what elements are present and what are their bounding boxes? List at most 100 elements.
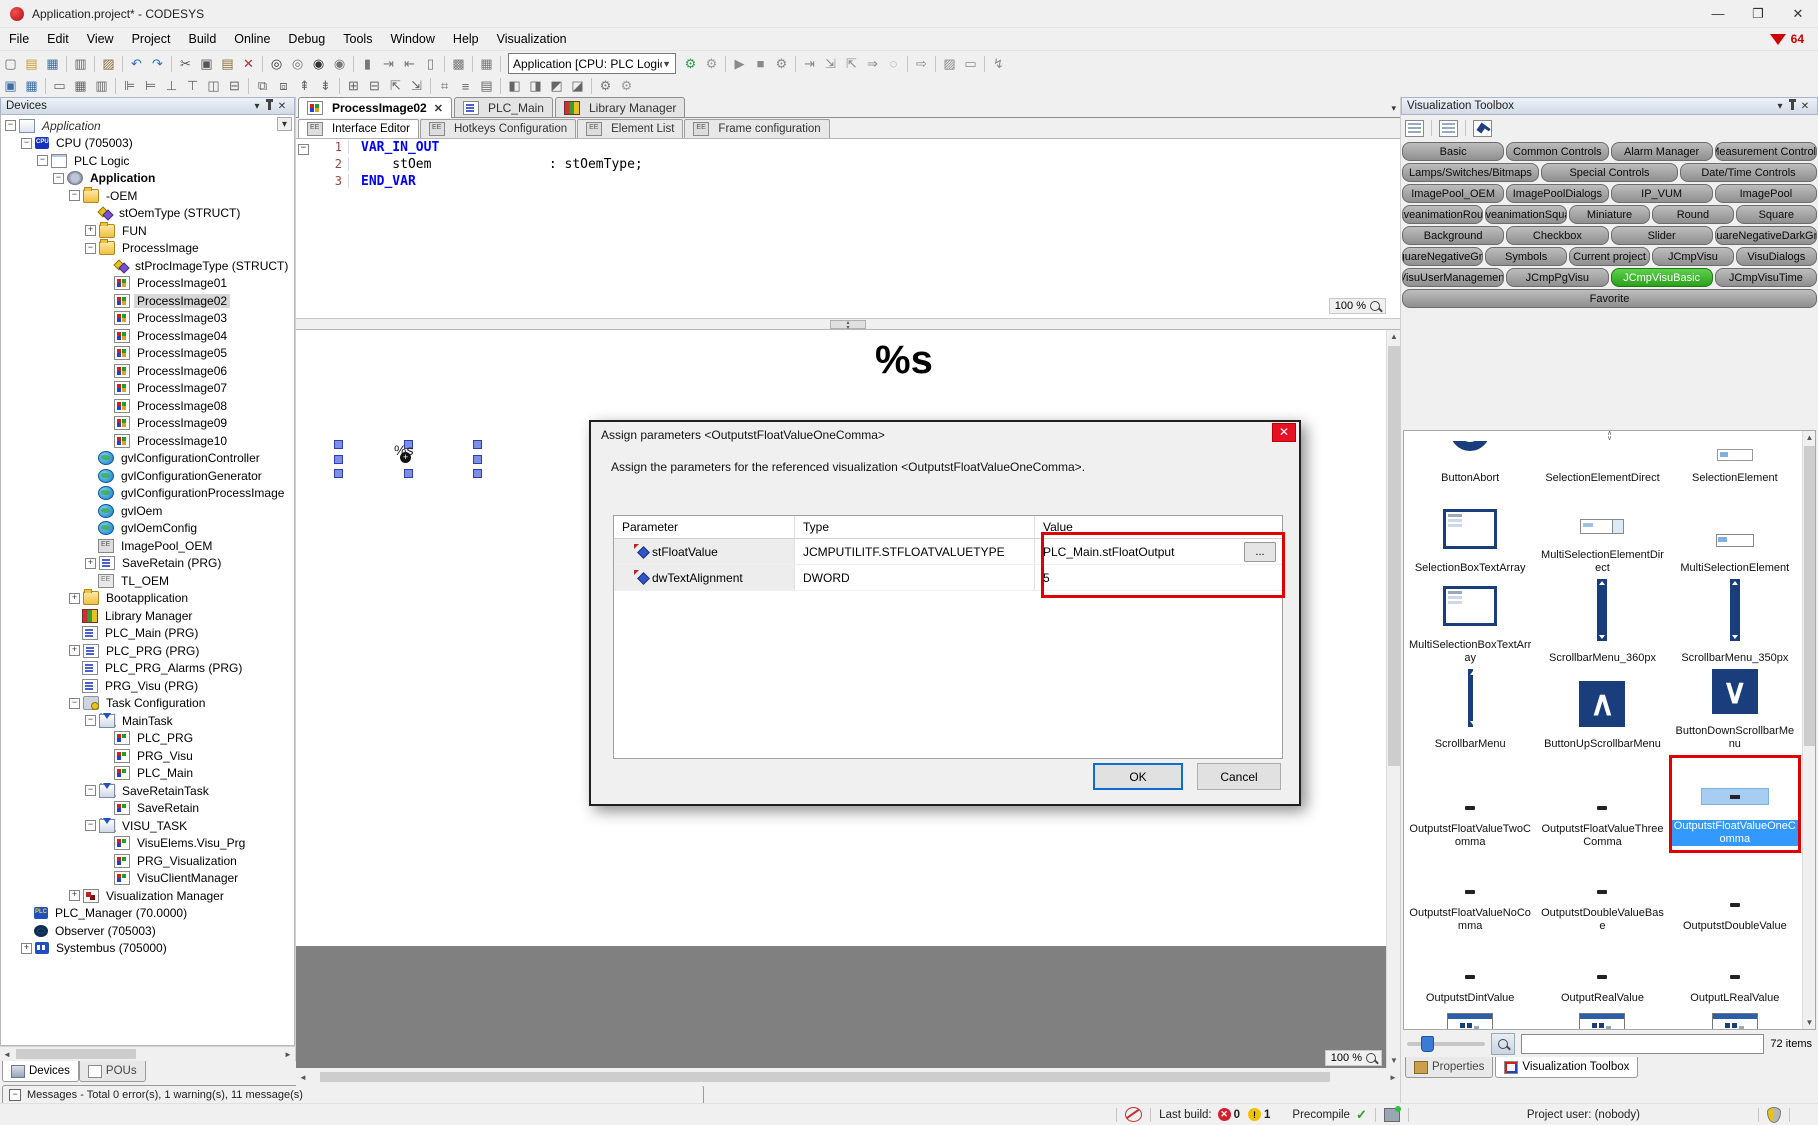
- tree-item-stprocimagetype-struct-[interactable]: stProcImageType (STRUCT): [1, 257, 294, 275]
- collapse-icon[interactable]: −: [21, 138, 32, 149]
- category-imagepool-oem[interactable]: ImagePool_OEM: [1402, 184, 1504, 203]
- category-jcmppgvisu[interactable]: JCmpPgVisu: [1506, 268, 1608, 287]
- canvas-horizontal-scrollbar[interactable]: ◄ ►: [296, 1068, 1400, 1086]
- expand-icon[interactable]: +: [69, 593, 80, 604]
- tree-item-processimage[interactable]: −ProcessImage: [1, 240, 294, 258]
- editor-tab-plc-main[interactable]: PLC_Main: [454, 97, 553, 117]
- filter-funnel-icon[interactable]: [1770, 34, 1786, 45]
- tree-item-plc-main-prg-[interactable]: PLC_Main (PRG): [1, 625, 294, 643]
- items-splitter-icon[interactable]: ∧∨: [1607, 431, 1612, 441]
- category-squarenegativedarkgrey[interactable]: SquareNegativeDarkGrey: [1715, 226, 1817, 245]
- category-visudialogs[interactable]: VisuDialogs: [1736, 247, 1817, 266]
- order-up-icon[interactable]: ⇞: [294, 76, 315, 96]
- scroll-down-icon[interactable]: ▼: [1803, 1016, 1816, 1029]
- toolbox-item-outputstdintvalue[interactable]: OutputstDintValue: [1404, 937, 1536, 1009]
- flow-control-icon[interactable]: ⇨: [911, 54, 932, 74]
- toolbox-item-outputstdoublevalue[interactable]: OutputstDoubleValue: [1669, 853, 1801, 937]
- column-value[interactable]: Value: [1035, 516, 1282, 538]
- stop-icon[interactable]: ■: [750, 54, 771, 74]
- tree-item-maintask[interactable]: −MainTask: [1, 712, 294, 730]
- toolbox-view-icon[interactable]: [1405, 120, 1424, 137]
- tree-item-saveretaintask[interactable]: −SaveRetainTask: [1, 782, 294, 800]
- active-application-combo[interactable]: Application [CPU: PLC Logic]▼: [508, 53, 676, 74]
- tree-item-processimage04[interactable]: ProcessImage04: [1, 327, 294, 345]
- run-to-cursor-icon[interactable]: ⇒: [862, 54, 883, 74]
- category-saveanimationsquare[interactable]: SaveanimationSquare: [1485, 205, 1566, 224]
- tree-item-application[interactable]: −Application: [1, 170, 294, 188]
- redo-icon[interactable]: ↷: [147, 54, 168, 74]
- tree-item-visu-task[interactable]: −VISU_TASK: [1, 817, 294, 835]
- order-down-icon[interactable]: ⇟: [315, 76, 336, 96]
- reset-icon[interactable]: ⚙: [771, 54, 792, 74]
- column-parameter[interactable]: Parameter: [614, 516, 795, 538]
- undo-icon[interactable]: ↶: [126, 54, 147, 74]
- menu-view[interactable]: View: [78, 28, 123, 50]
- size-icon[interactable]: ⇱: [385, 76, 406, 96]
- align-top-icon[interactable]: ⊥: [161, 76, 182, 96]
- collapse-icon[interactable]: −: [69, 190, 80, 201]
- expand-icon[interactable]: +: [85, 558, 96, 569]
- tree-item-processimage09[interactable]: ProcessImage09: [1, 415, 294, 433]
- category-imagepool[interactable]: ImagePool: [1715, 184, 1817, 203]
- tree-item-plc-main[interactable]: PLC_Main: [1, 765, 294, 783]
- scroll-left-icon[interactable]: ◄: [0, 1048, 14, 1060]
- tab-visualization-toolbox[interactable]: Visualization Toolbox: [1495, 1057, 1638, 1078]
- collapse-icon[interactable]: −: [37, 155, 48, 166]
- scroll-up-icon[interactable]: ▲: [1387, 330, 1400, 344]
- tree-item-visualization-manager[interactable]: +Visualization Manager: [1, 887, 294, 905]
- selection-handle[interactable]: [334, 455, 343, 464]
- replace-next-icon[interactable]: ◉: [329, 54, 350, 74]
- category-jcmpvisu[interactable]: JCmpVisu: [1652, 247, 1733, 266]
- category-measurement-controls[interactable]: Measurement Controls: [1715, 142, 1817, 161]
- icon-size-slider[interactable]: [1407, 1042, 1485, 1046]
- panel-menu-icon[interactable]: ▾: [1773, 100, 1787, 112]
- refresh-icon[interactable]: ↯: [988, 54, 1009, 74]
- fold-collapse-icon[interactable]: −: [296, 139, 314, 155]
- center-h-icon[interactable]: ◫: [203, 76, 224, 96]
- collapse-icon[interactable]: −: [85, 785, 96, 796]
- close-button[interactable]: ✕: [1778, 0, 1818, 28]
- save-all-icon[interactable]: ▥: [91, 76, 112, 96]
- paste-board-icon[interactable]: ▨: [98, 54, 119, 74]
- tree-item-bootapplication[interactable]: +Bootapplication: [1, 590, 294, 608]
- code-zoom-control[interactable]: 100 %: [1329, 298, 1386, 314]
- category-alarm-manager[interactable]: Alarm Manager: [1611, 142, 1713, 161]
- category-checkbox[interactable]: Checkbox: [1506, 226, 1608, 245]
- scroll-right-icon[interactable]: ►: [281, 1048, 295, 1060]
- cancel-button[interactable]: Cancel: [1197, 763, 1281, 790]
- toolbox-search-input[interactable]: [1521, 1034, 1764, 1054]
- cart-icon[interactable]: ▭: [960, 54, 981, 74]
- print-icon[interactable]: ▥: [70, 54, 91, 74]
- tree-item-gvloemconfig[interactable]: gvlOemConfig: [1, 520, 294, 538]
- editor-tab-processimage02[interactable]: ProcessImage02✕: [298, 97, 452, 118]
- selection-handle[interactable]: [473, 469, 482, 478]
- toolbox-item-outputstfloatvaluenocomma[interactable]: OutputstFloatValueNoComma: [1404, 853, 1536, 937]
- toolbox-item-window[interactable]: [1404, 1009, 1536, 1030]
- expand-icon[interactable]: +: [69, 645, 80, 656]
- close-tab-icon[interactable]: ✕: [434, 102, 443, 115]
- category-background[interactable]: Background: [1402, 226, 1504, 245]
- toolbox-view2-icon[interactable]: [1439, 120, 1458, 137]
- tree-item-stoemtype-struct-[interactable]: stOemType (STRUCT): [1, 205, 294, 223]
- messages-bar[interactable]: − Messages - Total 0 error(s), 1 warning…: [2, 1085, 704, 1103]
- menu-tools[interactable]: Tools: [334, 28, 381, 50]
- parameter-row-dwtextalignment[interactable]: dwTextAlignmentDWORD5: [614, 565, 1282, 591]
- ungroup-icon[interactable]: ⊟: [364, 76, 385, 96]
- tree-item-processimage08[interactable]: ProcessImage08: [1, 397, 294, 415]
- interface-icon[interactable]: ◧: [504, 76, 525, 96]
- minimize-button[interactable]: —: [1698, 0, 1738, 28]
- menu-window[interactable]: Window: [381, 28, 443, 50]
- tree-item-task-configuration[interactable]: −Task Configuration: [1, 695, 294, 713]
- dialog-close-button[interactable]: ✕: [1272, 423, 1296, 442]
- logout-icon[interactable]: ⚙: [701, 54, 722, 74]
- toolbox-item-scrollbarmenu[interactable]: ScrollbarMenu: [1404, 669, 1536, 755]
- tree-item-fun[interactable]: +FUN: [1, 222, 294, 240]
- align-right-icon[interactable]: ⊨: [140, 76, 161, 96]
- tree-item-processimage05[interactable]: ProcessImage05: [1, 345, 294, 363]
- tree-item-plc-prg-prg-[interactable]: +PLC_PRG (PRG): [1, 642, 294, 660]
- tab-properties[interactable]: Properties: [1405, 1057, 1493, 1078]
- parameter-value[interactable]: 5: [1043, 571, 1050, 585]
- refs-icon[interactable]: ◨: [525, 76, 546, 96]
- tree-item-processimage03[interactable]: ProcessImage03: [1, 310, 294, 328]
- expand-icon[interactable]: +: [69, 890, 80, 901]
